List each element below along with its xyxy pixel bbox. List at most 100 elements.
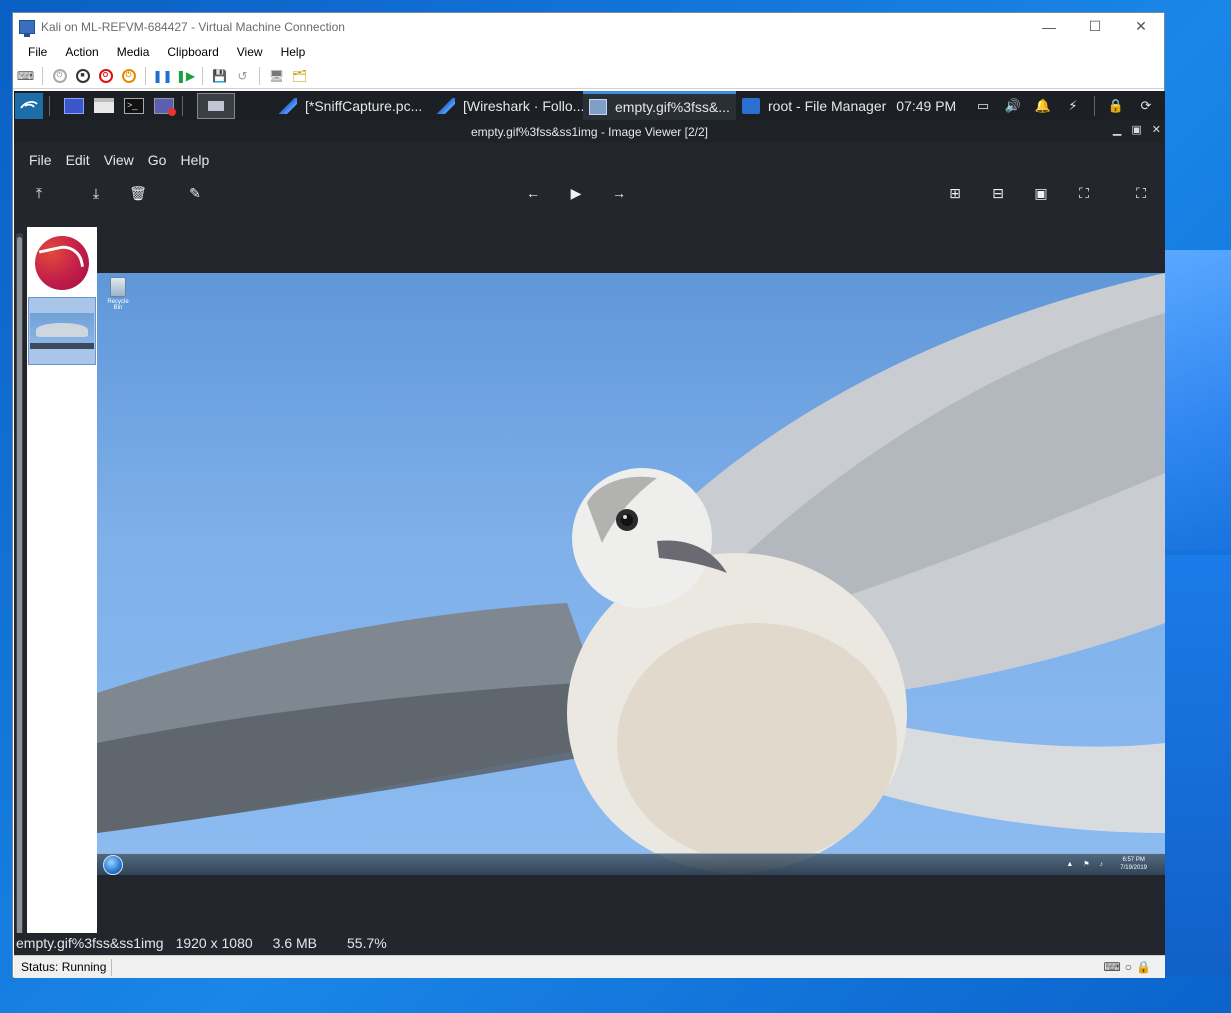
vm-menu-help[interactable]: Help	[272, 45, 315, 59]
vm-window-title: Kali on ML-REFVM-684427 - Virtual Machin…	[41, 19, 345, 34]
vm-menu-file[interactable]: File	[19, 45, 56, 59]
shut-down-icon[interactable]: O	[97, 67, 114, 84]
seagull-thumbnail-image	[30, 313, 94, 349]
kali-menu-button[interactable]	[15, 92, 43, 119]
vm-menu-action[interactable]: Action	[56, 45, 107, 59]
zoom-100-icon[interactable]: ▣	[1032, 184, 1050, 202]
windows7-taskbar-in-image: ▲ ⚑ ♪ 6:57 PM 7/19/2019	[97, 853, 1165, 875]
viewer-menu-file[interactable]: File	[22, 152, 59, 168]
show-desktop-icon[interactable]	[62, 95, 86, 117]
viewer-maximize-button[interactable]: ▣	[1131, 123, 1141, 136]
lock-screen-icon[interactable]: 🔒	[1101, 98, 1131, 114]
save-state-icon[interactable]: ⏻	[120, 67, 137, 84]
minimize-button[interactable]: —	[1026, 13, 1072, 40]
recycle-bin-icon	[110, 277, 126, 297]
recycle-bin-desktop-icon: Recycle Bin	[105, 277, 131, 313]
turn-off-icon[interactable]: ■	[74, 67, 91, 84]
zoom-fit-icon[interactable]: ⛶	[1075, 184, 1093, 202]
zoom-out-icon[interactable]: ⊟	[989, 184, 1007, 202]
resume-icon[interactable]: ❚▶	[176, 67, 195, 84]
screenshot-recorder-icon[interactable]	[152, 95, 176, 117]
fullscreen-icon[interactable]: ⛶	[1132, 184, 1150, 202]
image-viewer-toolbar: ⤒ ⤓ 🗑 ✎ ← ▶ → ⊞ ⊟ ▣ ⛶ ⛶	[14, 176, 1165, 210]
wireshark-fin-icon	[437, 97, 455, 114]
vm-status-bar: Status: Running ⌨ ○ 🔒	[14, 955, 1165, 978]
workspace-switcher[interactable]	[197, 92, 235, 119]
image-viewer-title-bar: empty.gif%3fss&ss1img - Image Viewer [2/…	[14, 120, 1165, 143]
image-viewer-status-bar: empty.gif%3fss&ss1img 1920 x 1080 3.6 MB…	[14, 933, 1165, 953]
viewer-close-button[interactable]: ✕	[1152, 123, 1161, 136]
next-arrow-icon[interactable]: →	[610, 184, 628, 202]
viewer-menu-help[interactable]: Help	[173, 152, 216, 168]
task-sniffcapture[interactable]: [*SniffCapture.pc...	[273, 91, 431, 120]
vm-connection-window: Kali on ML-REFVM-684427 - Virtual Machin…	[12, 12, 1165, 978]
windows-clock: 6:57 PM 7/19/2019	[1120, 857, 1147, 871]
vm-menu-media[interactable]: Media	[108, 45, 159, 59]
edit-pencil-icon[interactable]: ✎	[186, 184, 204, 202]
task-image-viewer[interactable]: empty.gif%3fss&...	[583, 91, 736, 120]
ctrl-alt-del-icon[interactable]: ⌨	[17, 67, 34, 84]
previous-arrow-icon[interactable]: ←	[524, 184, 542, 202]
vm-menu-bar: File Action Media Clipboard View Help	[13, 40, 1164, 63]
vm-menu-view[interactable]: View	[228, 45, 272, 59]
delete-trash-icon[interactable]: 🗑	[129, 184, 147, 202]
image-viewer-icon	[589, 99, 607, 115]
vm-title-bar: Kali on ML-REFVM-684427 - Virtual Machin…	[13, 13, 1164, 40]
toolbar-separator	[259, 66, 260, 85]
share-icon[interactable]: 🗂	[291, 67, 308, 84]
thumbnail-seagull-selected[interactable]	[28, 297, 96, 365]
image-canvas[interactable]: Recycle Bin ▲ ⚑ ♪ 6:57 PM 7/19/2019	[97, 273, 1165, 875]
open-icon[interactable]: ⤒	[30, 184, 48, 202]
thumbnail-bar	[27, 227, 97, 947]
xfce-top-panel: >_ [*SniffCapture.pc... [Wireshark · Fol…	[14, 91, 1165, 120]
vm-toolbar: ⌨ ⏻ ■ O ⏻ ❚❚ ❚▶ 💾 ↺ 🖥 🗂	[13, 63, 1164, 89]
close-button[interactable]: ✕	[1118, 13, 1164, 40]
desktop-background-accent	[1165, 250, 1231, 550]
vm-status-text: Status: Running	[16, 958, 113, 976]
thumbnail-kali-logo[interactable]	[29, 233, 95, 293]
wireshark-fin-icon	[279, 97, 297, 114]
kali-logo-icon	[35, 236, 89, 290]
viewer-menu-go[interactable]: Go	[141, 152, 174, 168]
toolbar-separator	[145, 66, 146, 85]
mouse-icon: ○	[1124, 960, 1133, 974]
power-manager-icon[interactable]: ⚡	[1058, 98, 1088, 114]
desktop-background-accent	[1165, 555, 1231, 975]
status-dimensions: 1920 x 1080	[175, 935, 253, 951]
status-zoom: 55.7%	[347, 935, 387, 951]
save-icon[interactable]: ⤓	[87, 184, 105, 202]
viewer-menu-view[interactable]: View	[97, 152, 141, 168]
task-file-manager[interactable]: root - File Manager 07:49 PM	[736, 91, 968, 120]
seagull-image	[97, 273, 1165, 873]
toolbar-separator	[42, 66, 43, 85]
tray-icons: ▲ ⚑ ♪	[1066, 861, 1107, 868]
logout-icon[interactable]: ⟳	[1131, 98, 1161, 114]
image-viewer-menu-bar: File Edit View Go Help	[14, 143, 1165, 176]
task-wireshark-follow[interactable]: [Wireshark · Follo...	[431, 91, 583, 120]
windows-start-orb-icon	[103, 855, 123, 875]
volume-icon[interactable]: 🔊	[998, 98, 1028, 114]
enhanced-session-icon[interactable]: 🖥	[268, 67, 285, 84]
status-filename: empty.gif%3fss&ss1img	[16, 935, 164, 951]
thumbnail-scrollbar[interactable]	[16, 233, 23, 945]
panel-clock[interactable]: 07:49 PM	[890, 98, 962, 114]
pause-icon[interactable]: ❚❚	[152, 67, 172, 84]
start-icon[interactable]: ⏻	[51, 67, 68, 84]
file-manager-icon[interactable]	[92, 95, 116, 117]
guest-display[interactable]: >_ [*SniffCapture.pc... [Wireshark · Fol…	[14, 91, 1165, 955]
revert-icon[interactable]: ↺	[234, 67, 251, 84]
checkpoint-icon[interactable]: 💾	[211, 67, 228, 84]
status-filesize: 3.6 MB	[272, 935, 318, 951]
viewer-minimize-button[interactable]: ▁	[1113, 123, 1121, 136]
vm-menu-clipboard[interactable]: Clipboard	[158, 45, 227, 59]
notifications-bell-icon[interactable]: 🔔	[1028, 98, 1058, 114]
zoom-in-icon[interactable]: ⊞	[946, 184, 964, 202]
panel-separator	[49, 95, 50, 116]
maximize-button[interactable]: ☐	[1072, 13, 1118, 40]
panel-separator	[182, 95, 183, 116]
kali-dragon-icon	[20, 100, 38, 109]
terminal-icon[interactable]: >_	[122, 95, 146, 117]
viewer-menu-edit[interactable]: Edit	[59, 152, 97, 168]
slideshow-play-icon[interactable]: ▶	[567, 184, 585, 202]
display-icon[interactable]: ▭	[968, 98, 998, 114]
